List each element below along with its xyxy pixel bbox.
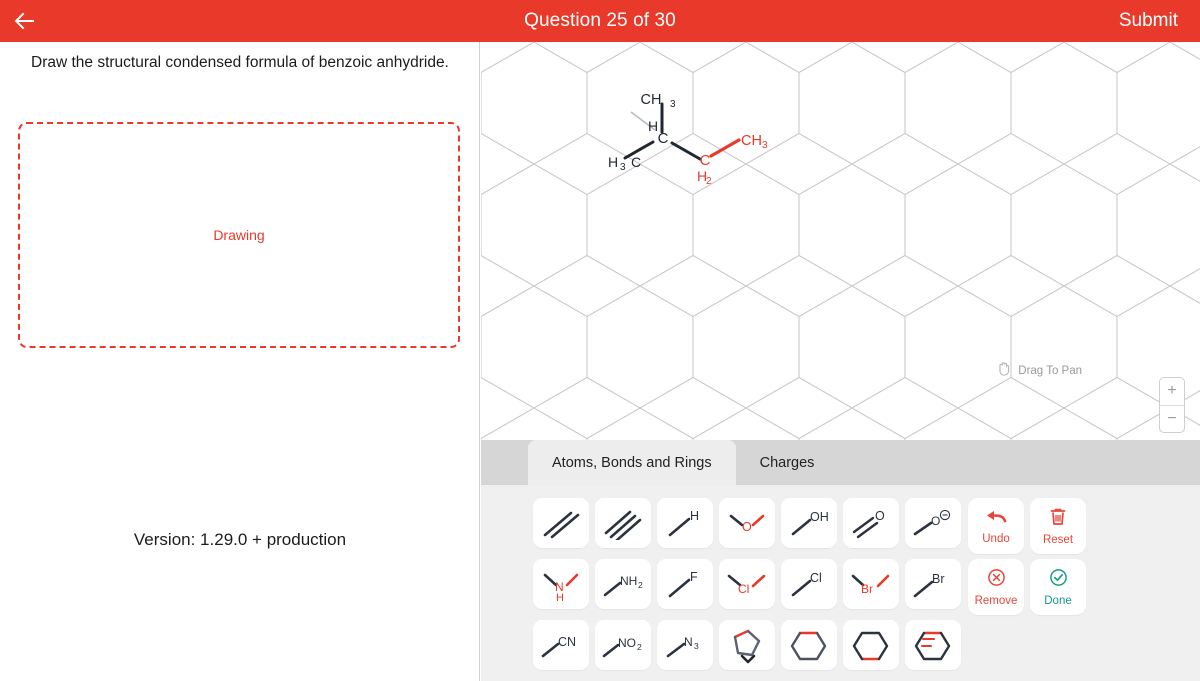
cyclohexane-ring-tool[interactable] <box>781 620 837 670</box>
bromine-bridge-tool[interactable]: Br <box>843 559 899 609</box>
zoom-in-button[interactable]: + <box>1160 378 1184 406</box>
version-label: Version: 1.29.0 + production <box>133 530 347 549</box>
svg-text:OH: OH <box>810 510 829 524</box>
hydroxyl-tool[interactable]: OH <box>781 498 837 548</box>
done-label: Done <box>1044 594 1072 607</box>
azide-tool[interactable]: N 3 <box>657 620 713 670</box>
undo-label: Undo <box>982 533 1010 545</box>
oxide-anion-tool[interactable]: O <box>905 498 961 548</box>
hand-icon <box>996 360 1012 382</box>
svg-text:2: 2 <box>637 642 642 652</box>
reset-button[interactable]: Reset <box>1030 498 1086 554</box>
molecule-canvas[interactable]: CH 3 H C H 3 C C H 2 CH 3 Drag To Pan + … <box>481 42 1200 440</box>
x-circle-icon <box>987 568 1006 592</box>
triple-bond-tool[interactable] <box>595 498 651 548</box>
svg-text:2: 2 <box>638 580 643 590</box>
chlorine-tool[interactable]: Cl <box>781 559 837 609</box>
svg-text:Br: Br <box>932 572 945 586</box>
back-button[interactable] <box>0 0 50 42</box>
svg-text:NH: NH <box>620 574 637 588</box>
nitro-tool[interactable]: NO 2 <box>595 620 651 670</box>
hexagon-grid <box>481 42 1200 440</box>
cyclohexane-alt-ring-tool[interactable] <box>843 620 899 670</box>
cyano-tool[interactable]: CN <box>533 620 589 670</box>
left-panel: Draw the structural condensed formula of… <box>0 42 480 681</box>
amino-tool[interactable]: NH 2 <box>595 559 651 609</box>
remove-button[interactable]: Remove <box>968 559 1024 615</box>
chlorine-bridge-tool[interactable]: Cl <box>719 559 775 609</box>
zoom-controls: + − <box>1159 377 1185 433</box>
svg-text:CN: CN <box>558 635 576 649</box>
svg-text:H: H <box>690 509 699 523</box>
undo-arrow-icon <box>985 507 1007 530</box>
trash-icon <box>1049 507 1067 531</box>
submit-button[interactable]: Submit <box>1119 10 1178 32</box>
palette-tabbar: Atoms, Bonds and Rings Charges <box>481 440 1200 485</box>
carbonyl-oxygen-tool[interactable]: O <box>843 498 899 548</box>
svg-text:F: F <box>690 570 698 584</box>
drawing-answer-area[interactable]: Drawing <box>18 122 460 348</box>
drawing-placeholder-label: Drawing <box>213 227 265 243</box>
question-counter: Question 25 of 30 <box>524 10 676 31</box>
svg-text:Cl: Cl <box>810 571 822 585</box>
svg-text:3: 3 <box>694 641 699 651</box>
svg-text:O: O <box>931 514 940 528</box>
done-button[interactable]: Done <box>1030 559 1086 615</box>
bromine-tool[interactable]: Br <box>905 559 961 609</box>
drag-to-pan-hint: Drag To Pan <box>996 360 1082 382</box>
hydrogen-tool[interactable]: H <box>657 498 713 548</box>
reset-label: Reset <box>1042 533 1074 546</box>
svg-text:H: H <box>556 592 564 601</box>
svg-text:O: O <box>875 509 885 523</box>
double-bond-tool[interactable] <box>533 498 589 548</box>
svg-text:N: N <box>684 635 693 649</box>
pan-label: Drag To Pan <box>1018 365 1082 377</box>
zoom-out-button[interactable]: − <box>1160 406 1184 433</box>
check-circle-icon <box>1049 568 1068 592</box>
svg-text:NO: NO <box>618 636 636 650</box>
action-grid: Undo Reset Remove Done <box>968 498 1091 620</box>
app-root: Question 25 of 30 Submit Draw the struct… <box>0 0 1200 681</box>
remove-label: Remove <box>974 594 1018 607</box>
question-prompt: Draw the structural condensed formula of… <box>31 54 449 71</box>
tool-palette: H O OH O O N H NH 2 F Cl Cl Br Br CN NO … <box>481 485 1200 681</box>
cyclopentane-ring-tool[interactable] <box>719 620 775 670</box>
svg-text:Br: Br <box>861 582 873 596</box>
tab-atoms-bonds-rings[interactable]: Atoms, Bonds and Rings <box>528 440 736 485</box>
benzene-ring-tool[interactable] <box>905 620 961 670</box>
svg-text:O: O <box>742 520 752 534</box>
svg-text:Cl: Cl <box>738 582 749 596</box>
tab-charges[interactable]: Charges <box>736 440 839 485</box>
fluorine-tool[interactable]: F <box>657 559 713 609</box>
app-header: Question 25 of 30 Submit <box>0 0 1200 42</box>
tool-grid: H O OH O O N H NH 2 F Cl Cl Br Br CN NO … <box>533 498 966 670</box>
amine-nh-tool[interactable]: N H <box>533 559 589 609</box>
ether-oxygen-tool[interactable]: O <box>719 498 775 548</box>
arrow-left-icon <box>14 11 36 31</box>
undo-button[interactable]: Undo <box>968 498 1024 554</box>
